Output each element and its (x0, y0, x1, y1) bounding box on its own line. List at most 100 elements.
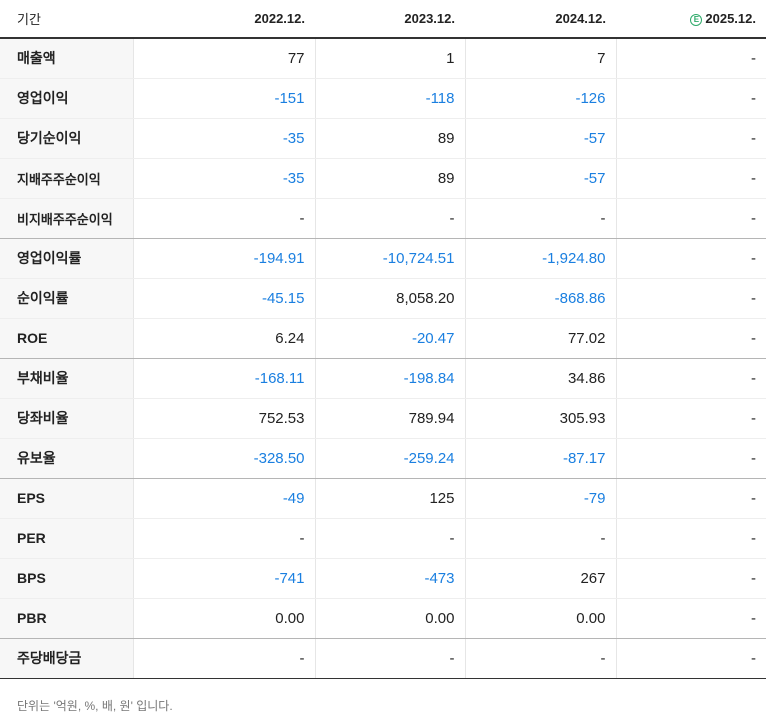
table-row: PER - - - - (0, 518, 766, 559)
table-row: ROE 6.24 -20.47 77.02- (0, 318, 766, 359)
row-label: 영업이익률 (0, 238, 133, 279)
value-cell: -741 (132, 558, 315, 599)
period-header: 2024.12. (465, 0, 616, 39)
period-label-header: 기간 (0, 0, 133, 39)
value-cell: - (615, 38, 766, 79)
value-cell: 125 (314, 478, 465, 519)
value-cell: 34.86 (464, 358, 616, 399)
value-cell: - (464, 198, 616, 239)
value-cell: - (615, 398, 766, 439)
table-row: 비지배주주순이익 - - - - (0, 198, 766, 239)
table-row: EPS -49 125 -79- (0, 478, 766, 519)
value-cell: -79 (464, 478, 616, 519)
value-cell: -194.91 (132, 238, 315, 279)
value-cell: - (615, 278, 766, 319)
value-cell: 0.00 (132, 598, 315, 639)
period-header: 2022.12. (133, 0, 315, 39)
value-cell: -57 (464, 118, 616, 159)
table-row: 주당배당금 - - - - (0, 638, 766, 679)
value-cell: -259.24 (314, 438, 465, 479)
table-body: 매출액 77 1 7- 영업이익 -151 -118 -126- 당기순이익 -35 89 -57- 지… (0, 38, 766, 679)
row-label: 영업이익 (0, 78, 133, 119)
table-row: 영업이익률 -194.91 -10,724.51 -1,924.80- (0, 238, 766, 279)
row-label: PER (0, 518, 133, 559)
value-cell: - (464, 638, 616, 679)
value-cell: -168.11 (132, 358, 315, 399)
value-cell: -35 (132, 118, 315, 159)
value-cell: 752.53 (132, 398, 315, 439)
row-label: 부채비율 (0, 358, 133, 399)
value-cell: -45.15 (132, 278, 315, 319)
value-cell: 0.00 (314, 598, 465, 639)
value-cell: -118 (314, 78, 465, 119)
value-cell: - (464, 518, 616, 559)
value-cell: - (615, 78, 766, 119)
value-cell: - (615, 478, 766, 519)
value-cell: -35 (132, 158, 315, 199)
value-cell: - (615, 638, 766, 679)
table-row: 당기순이익 -35 89 -57- (0, 118, 766, 159)
value-cell: -126 (464, 78, 616, 119)
value-cell: 7 (464, 38, 616, 79)
value-cell: - (132, 518, 315, 559)
value-cell: - (615, 358, 766, 399)
financial-table: 기간 2022.12. 2023.12. 2024.12. E 2025.12. … (0, 0, 766, 679)
value-cell: - (615, 318, 766, 359)
value-cell: 89 (314, 118, 465, 159)
row-label: 순이익률 (0, 278, 133, 319)
value-cell: - (314, 518, 465, 559)
value-cell: - (132, 638, 315, 679)
value-cell: - (615, 518, 766, 559)
value-cell: 77.02 (464, 318, 616, 359)
value-cell: - (314, 638, 465, 679)
value-cell: 77 (132, 38, 315, 79)
value-cell: -198.84 (314, 358, 465, 399)
value-cell: -473 (314, 558, 465, 599)
table-row: 매출액 77 1 7- (0, 38, 766, 79)
value-cell: 6.24 (132, 318, 315, 359)
value-cell: 1 (314, 38, 465, 79)
table-row: 부채비율 -168.11 -198.84 34.86- (0, 358, 766, 399)
row-label: 비지배주주순이익 (0, 198, 133, 239)
period-header-label: 2025.12. (705, 11, 756, 26)
estimate-badge-icon: E (690, 14, 703, 26)
table-row: BPS -741 -473 267- (0, 558, 766, 599)
value-cell: 0.00 (464, 598, 616, 639)
value-cell: 89 (314, 158, 465, 199)
value-cell: - (615, 558, 766, 599)
value-cell: 789.94 (314, 398, 465, 439)
value-cell: -328.50 (132, 438, 315, 479)
value-cell: -10,724.51 (314, 238, 465, 279)
value-cell: -151 (132, 78, 315, 119)
value-cell: - (615, 238, 766, 279)
row-label: 당기순이익 (0, 118, 133, 159)
value-cell: -20.47 (314, 318, 465, 359)
row-label: ROE (0, 318, 133, 359)
row-label: 유보율 (0, 438, 133, 479)
value-cell: 267 (464, 558, 616, 599)
period-header: 2023.12. (315, 0, 465, 39)
row-label: 지배주주순이익 (0, 158, 133, 199)
value-cell: 305.93 (464, 398, 616, 439)
value-cell: 8,058.20 (314, 278, 465, 319)
unit-footnote: 단위는 '억원, %, 배, 원' 입니다. (17, 699, 173, 713)
table-row: 순이익률 -45.15 8,058.20 -868.86- (0, 278, 766, 319)
value-cell: - (615, 118, 766, 159)
value-cell: -49 (132, 478, 315, 519)
value-cell: - (615, 438, 766, 479)
period-header-estimate: E 2025.12. (616, 0, 766, 39)
value-cell: -57 (464, 158, 616, 199)
row-label: PBR (0, 598, 133, 639)
row-label: 당좌비율 (0, 398, 133, 439)
value-cell: - (615, 598, 766, 639)
value-cell: - (132, 198, 315, 239)
table-row: 영업이익 -151 -118 -126- (0, 78, 766, 119)
financial-summary-panel: 기간 2022.12. 2023.12. 2024.12. E 2025.12. … (0, 0, 766, 723)
table-row: 지배주주순이익 -35 89 -57- (0, 158, 766, 199)
value-cell: -1,924.80 (464, 238, 616, 279)
value-cell: - (314, 198, 465, 239)
row-label: EPS (0, 478, 133, 519)
row-label: 매출액 (0, 38, 133, 79)
table-header-row: 기간 2022.12. 2023.12. 2024.12. E 2025.12. (0, 0, 766, 39)
table-row: PBR 0.00 0.00 0.00- (0, 598, 766, 639)
